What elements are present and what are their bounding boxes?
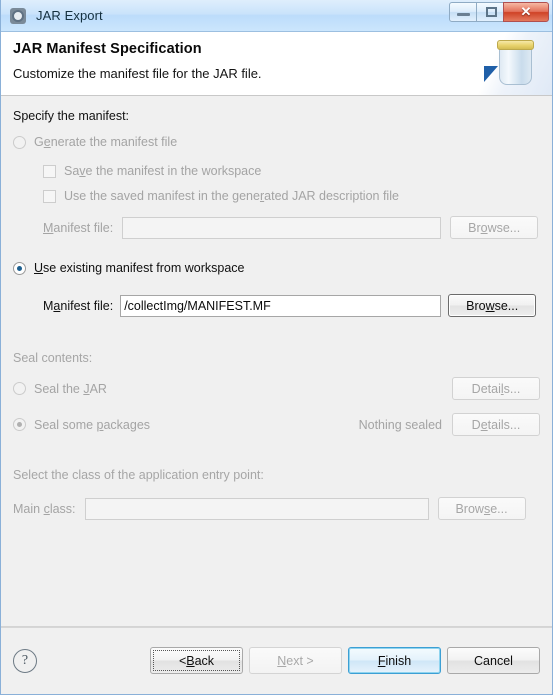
jar-export-dialog: JAR Export ✕ JAR Manifest Specification … bbox=[0, 0, 553, 695]
seal-jar-details-button[interactable]: Detai l s... bbox=[452, 377, 540, 400]
gear-icon bbox=[9, 7, 27, 25]
seal-packages-radio-row[interactable]: Seal some packages Nothing sealed De tail… bbox=[13, 413, 540, 436]
entry-point-group-label: Select the class of the application entr… bbox=[13, 468, 264, 482]
use-existing-manifest-radio-row[interactable]: Use existing manifest from workspace bbox=[13, 261, 540, 275]
manifest-file-row: Manifest file: /collectImg/MANIFEST.MF B… bbox=[43, 294, 540, 317]
dialog-header: JAR Manifest Specification Customize the… bbox=[1, 32, 552, 96]
minimize-icon bbox=[457, 13, 470, 16]
seal-group-label: Seal contents: bbox=[13, 351, 93, 365]
seal-jar-radio[interactable] bbox=[13, 382, 26, 395]
jar-illustration-icon bbox=[466, 32, 552, 95]
use-saved-manifest-checkbox[interactable] bbox=[43, 189, 56, 203]
help-icon[interactable]: ? bbox=[13, 648, 37, 673]
manifest-file-disabled-input[interactable] bbox=[122, 216, 442, 239]
main-class-input[interactable] bbox=[84, 497, 429, 520]
main-class-browse-button[interactable]: Brow s e... bbox=[437, 497, 526, 520]
maximize-icon bbox=[486, 7, 497, 17]
main-class-row: Main class: Brow s e... bbox=[13, 497, 540, 520]
minimize-button[interactable] bbox=[449, 2, 477, 22]
next-button[interactable]: Next > bbox=[249, 647, 342, 674]
save-manifest-label: Save the manifest in the workspace bbox=[64, 164, 262, 178]
use-saved-manifest-checkbox-row[interactable]: Use the saved manifest in the generated … bbox=[43, 189, 540, 203]
save-manifest-checkbox-row[interactable]: Save the manifest in the workspace bbox=[43, 164, 540, 178]
manifest-file-input[interactable]: /collectImg/MANIFEST.MF bbox=[120, 294, 442, 317]
dialog-body: Specify the manifest: Generate the manif… bbox=[1, 96, 552, 627]
manifest-file-label: Manifest file: bbox=[43, 298, 114, 313]
cancel-button[interactable]: Cancel bbox=[447, 647, 540, 674]
back-button[interactable]: < Back bbox=[150, 647, 243, 674]
main-class-label: Main class: bbox=[13, 501, 76, 516]
footer-buttons: < Back Next > Finish Cancel bbox=[144, 647, 540, 674]
manifest-file-disabled-row: Manifest file: Br o wse... bbox=[43, 216, 540, 239]
seal-jar-radio-row[interactable]: Seal the JAR Detai l s... bbox=[13, 377, 540, 400]
generate-manifest-label: Generate the manifest file bbox=[34, 135, 178, 149]
manifest-group-label: Specify the manifest: bbox=[13, 109, 130, 123]
maximize-button[interactable] bbox=[476, 2, 504, 22]
use-existing-manifest-label: Use existing manifest from workspace bbox=[34, 261, 245, 275]
generate-manifest-radio[interactable] bbox=[13, 135, 26, 149]
close-icon: ✕ bbox=[520, 4, 532, 19]
seal-packages-label: Seal some packages bbox=[34, 417, 151, 432]
generate-manifest-radio-row[interactable]: Generate the manifest file bbox=[13, 135, 540, 149]
finish-button[interactable]: Finish bbox=[348, 647, 441, 674]
dialog-footer: ? < Back Next > Finish Cancel bbox=[1, 627, 552, 693]
window-title: JAR Export bbox=[36, 8, 103, 23]
manifest-file-browse-button[interactable]: Bro w se... bbox=[448, 294, 537, 317]
seal-status-label: Nothing sealed bbox=[358, 417, 442, 432]
close-button[interactable]: ✕ bbox=[503, 2, 549, 22]
manifest-file-disabled-label: Manifest file: bbox=[43, 220, 114, 235]
seal-packages-radio[interactable] bbox=[13, 418, 26, 431]
use-saved-manifest-label: Use the saved manifest in the generated … bbox=[64, 189, 399, 203]
manifest-file-disabled-browse-button[interactable]: Br o wse... bbox=[450, 216, 539, 239]
save-manifest-checkbox[interactable] bbox=[43, 164, 56, 178]
seal-packages-details-button[interactable]: De tails... bbox=[452, 413, 540, 436]
use-existing-manifest-radio[interactable] bbox=[13, 261, 26, 275]
seal-jar-label: Seal the JAR bbox=[34, 381, 107, 396]
window-controls: ✕ bbox=[449, 2, 549, 22]
titlebar: JAR Export ✕ bbox=[1, 0, 552, 32]
